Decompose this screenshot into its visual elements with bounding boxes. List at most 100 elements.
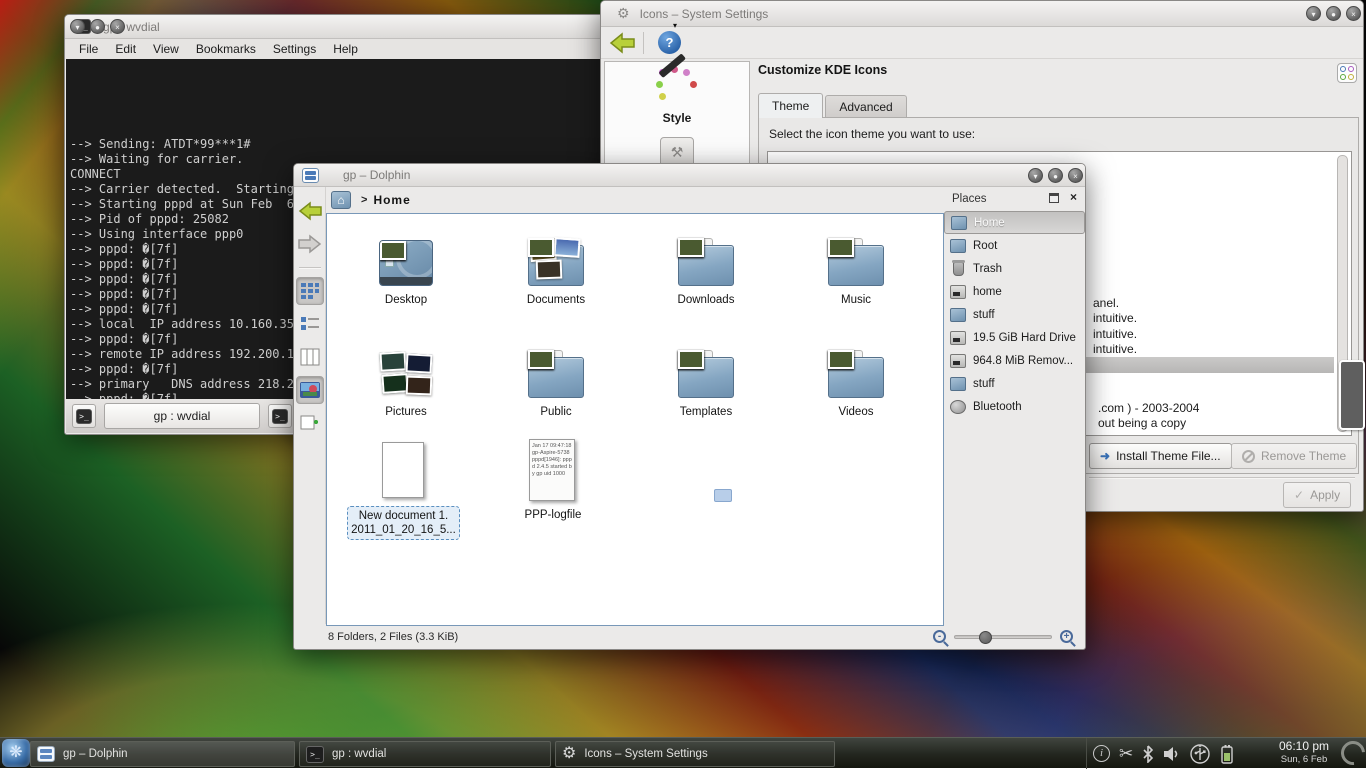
dolphin-app-icon: [302, 168, 319, 183]
panel-cashew-icon[interactable]: [1336, 736, 1366, 770]
close-tab-button[interactable]: >_: [268, 404, 292, 428]
file-new-document[interactable]: [382, 442, 424, 498]
task-wvdial[interactable]: >_ gp : wvdial: [299, 741, 551, 767]
install-theme-button[interactable]: ➜ Install Theme File...: [1089, 443, 1232, 469]
scrollbar-thumb[interactable]: [1339, 360, 1365, 430]
konsole-titlebar[interactable]: >_ gp : wvdial ▾ ● ×: [65, 15, 609, 39]
close-panel-icon[interactable]: ×: [1070, 190, 1077, 204]
bluetooth-icon[interactable]: [1142, 745, 1154, 763]
klipper-scissors-icon[interactable]: ✂: [1119, 745, 1133, 762]
folder-item[interactable]: Desktop: [331, 220, 481, 332]
settings-toolbar: ? ▾: [601, 27, 1363, 59]
theme-list-scrollbar[interactable]: [1337, 155, 1348, 432]
gear-icon: ⚙: [617, 5, 630, 22]
kde-launcher-icon[interactable]: ❋: [2, 739, 30, 767]
menu-item[interactable]: Bookmarks: [196, 42, 256, 56]
minimize-button[interactable]: ▾: [70, 19, 85, 34]
dolphin-side-toolbar: [294, 187, 326, 624]
zoom-slider-handle[interactable]: [979, 631, 992, 644]
minimize-button[interactable]: ▾: [1028, 168, 1043, 183]
maximize-button[interactable]: ●: [1048, 168, 1063, 183]
close-button[interactable]: ×: [1068, 168, 1083, 183]
maximize-button[interactable]: ●: [90, 19, 105, 34]
place-item[interactable]: Bluetooth: [944, 395, 1085, 418]
kcm-header: Customize KDE Icons: [758, 63, 887, 77]
place-icon: [950, 377, 966, 391]
place-label: 964.8 MiB Remov...: [973, 355, 1073, 367]
menu-item[interactable]: Help: [333, 42, 358, 56]
split-view-icon: [300, 414, 320, 432]
zoom-slider[interactable]: [954, 635, 1052, 639]
folder-label: Templates: [680, 406, 732, 418]
volume-icon[interactable]: [1163, 746, 1181, 762]
maximize-button[interactable]: ●: [1326, 6, 1341, 21]
folder-item[interactable]: Public: [481, 332, 631, 444]
place-item[interactable]: home: [944, 280, 1085, 303]
place-item[interactable]: Root: [944, 234, 1085, 257]
preview-button[interactable]: [296, 376, 324, 404]
zoom-out-icon[interactable]: -: [933, 630, 946, 643]
digital-clock[interactable]: 06:10 pm Sun, 6 Feb: [1272, 740, 1336, 766]
place-item[interactable]: Home: [944, 211, 1085, 234]
place-label: stuff: [973, 309, 995, 321]
folder-item[interactable]: Pictures: [331, 332, 481, 444]
folder-item[interactable]: Downloads: [631, 220, 781, 332]
back-icon[interactable]: [609, 32, 635, 54]
task-system-settings[interactable]: ⚙ Icons – System Settings: [555, 741, 835, 767]
folder-item[interactable]: Documents: [481, 220, 631, 332]
folder-view[interactable]: Desktop Documents: [326, 213, 944, 626]
detach-panel-icon[interactable]: [1049, 193, 1059, 203]
place-item[interactable]: 964.8 MiB Remov...: [944, 349, 1085, 372]
terminal-tab[interactable]: gp : wvdial: [104, 403, 260, 429]
zoom-in-icon[interactable]: +: [1060, 630, 1073, 643]
close-button[interactable]: ×: [1346, 6, 1361, 21]
menu-item[interactable]: Settings: [273, 42, 316, 56]
back-button[interactable]: [296, 197, 324, 225]
overview-icon[interactable]: [1337, 63, 1357, 83]
columns-view-button[interactable]: [296, 343, 324, 371]
terminal-icon: >_: [272, 409, 288, 424]
info-icon[interactable]: i: [1093, 745, 1110, 762]
folder-icon: [528, 350, 584, 398]
forward-button[interactable]: [296, 230, 324, 258]
place-item[interactable]: stuff: [944, 372, 1085, 395]
folder-item[interactable]: Templates: [631, 332, 781, 444]
place-icon: [950, 331, 966, 345]
folder-item[interactable]: Videos: [781, 332, 931, 444]
apply-button[interactable]: ✓ Apply: [1283, 482, 1351, 508]
place-item[interactable]: Trash: [944, 257, 1085, 280]
file-ppp-logfile[interactable]: Jan 17 09:47:18 gp-Aspire-5738 pppd[1946…: [529, 439, 575, 501]
settings-tab[interactable]: Advanced: [825, 95, 906, 118]
menu-item[interactable]: Edit: [115, 42, 136, 56]
icons-view-button[interactable]: [296, 277, 324, 305]
close-button[interactable]: ×: [110, 19, 125, 34]
place-label: Trash: [973, 263, 1002, 275]
sidebar-item-label: Style: [605, 111, 749, 125]
menu-item[interactable]: View: [153, 42, 179, 56]
breadcrumb-home[interactable]: Home: [373, 193, 410, 207]
minimize-button[interactable]: ▾: [1306, 6, 1321, 21]
settings-tab[interactable]: Theme: [758, 93, 823, 118]
dolphin-titlebar[interactable]: gp – Dolphin ▾ ● ×: [294, 164, 1085, 187]
sidebar-item-style[interactable]: Style: [605, 67, 749, 127]
drag-ghost-artifact: [714, 489, 732, 502]
folder-item[interactable]: Music: [781, 220, 931, 332]
battery-icon[interactable]: [1219, 744, 1235, 764]
terminal-icon: >_: [76, 409, 92, 424]
usb-device-icon[interactable]: [1190, 744, 1210, 764]
places-panel: Places × Home Root Trash: [944, 187, 1085, 624]
menu-item[interactable]: File: [79, 42, 98, 56]
task-dolphin[interactable]: gp – Dolphin: [30, 741, 295, 767]
chevron-down-icon[interactable]: ▾: [673, 21, 677, 30]
remove-theme-button[interactable]: Remove Theme: [1231, 443, 1357, 469]
file-ppp-logfile-label[interactable]: PPP-logfile: [478, 509, 628, 521]
details-view-button[interactable]: [296, 310, 324, 338]
new-tab-button[interactable]: >_: [72, 404, 96, 428]
settings-titlebar[interactable]: ⚙ Icons – System Settings ▾ ● ×: [601, 1, 1363, 27]
help-icon[interactable]: ?: [658, 31, 681, 54]
file-new-document-label[interactable]: New document 1. 2011_01_20_16_5...: [347, 506, 460, 540]
split-view-button[interactable]: [296, 409, 324, 437]
home-icon[interactable]: ⌂: [331, 191, 351, 209]
place-item[interactable]: stuff: [944, 303, 1085, 326]
place-item[interactable]: 19.5 GiB Hard Drive: [944, 326, 1085, 349]
